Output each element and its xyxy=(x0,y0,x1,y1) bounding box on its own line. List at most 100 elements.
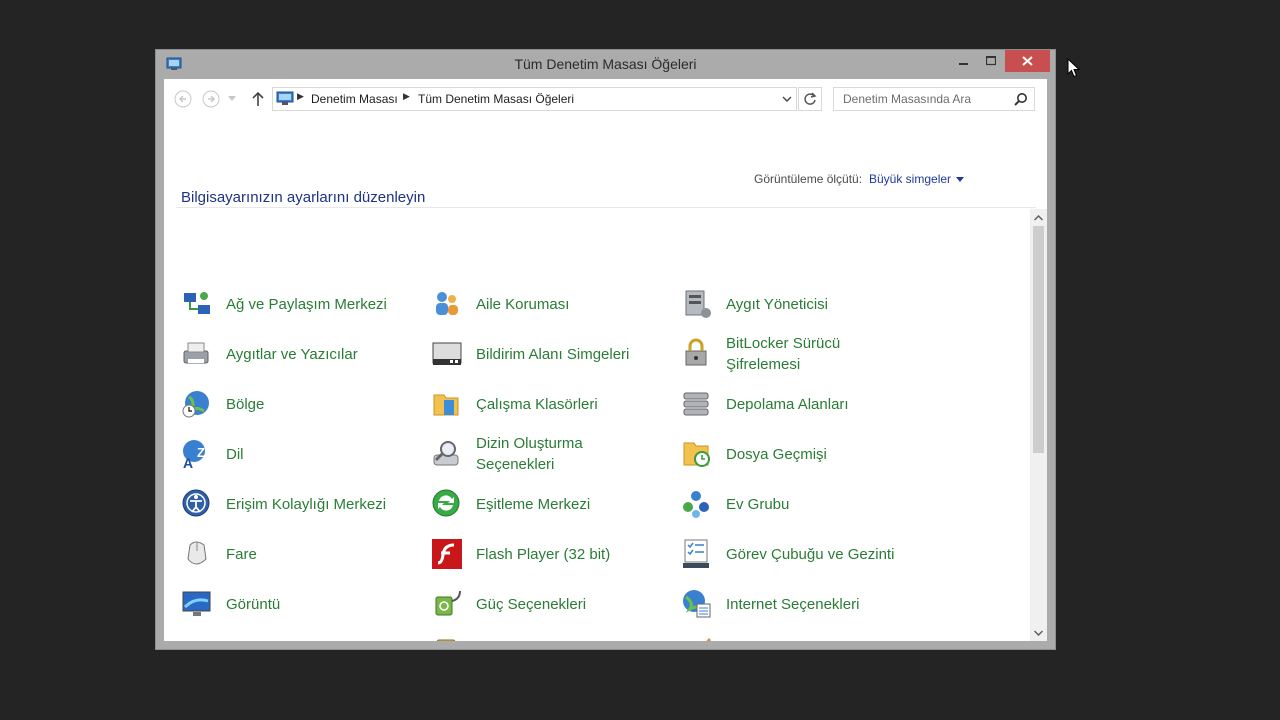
window-content: ▶ Denetim Masası ▶ Tüm Denetim Masası Öğ… xyxy=(164,79,1047,641)
address-bar[interactable]: ▶ Denetim Masası ▶ Tüm Denetim Masası Öğ… xyxy=(272,87,797,111)
ease-of-access-icon xyxy=(182,489,210,517)
control-panel-item-label[interactable]: BitLocker Sürücü Şifrelemesi xyxy=(726,333,840,375)
forward-arrow-icon xyxy=(202,90,220,108)
control-panel-item[interactable]: Aile Koruması xyxy=(424,282,674,326)
control-panel-item-label[interactable]: Ağ ve Paylaşım Merkezi xyxy=(226,294,387,315)
control-panel-item-label[interactable]: Fare xyxy=(226,544,257,565)
recent-locations-button[interactable] xyxy=(226,89,238,109)
control-panel-item[interactable]: Görüntü xyxy=(174,582,424,626)
file-history-icon xyxy=(683,442,710,467)
breadcrumb-control-panel[interactable]: Denetim Masası xyxy=(311,92,398,106)
control-panel-item[interactable]: Depolama Alanları xyxy=(674,382,924,426)
up-button[interactable] xyxy=(248,89,268,109)
chevron-down-icon[interactable] xyxy=(782,92,792,106)
control-panel-item-label[interactable]: Dosya Geçmişi xyxy=(726,444,827,465)
control-panel-items: Ağ ve Paylaşım Merkezi Aile Koruması Aygıt… xyxy=(174,211,1024,641)
maximize-icon xyxy=(986,56,996,66)
control-panel-item[interactable]: Aygıtlar ve Yazıcılar xyxy=(174,332,424,376)
control-panel-item-label[interactable]: Bildirim Alanı Simgeleri xyxy=(476,344,629,365)
control-panel-item[interactable]: Çalışma Klasörleri xyxy=(424,382,674,426)
chevron-down-icon xyxy=(1034,629,1043,636)
control-panel-item[interactable]: Dosya Geçmişi xyxy=(674,432,924,476)
bitlocker-icon xyxy=(685,338,707,366)
control-panel-item[interactable]: Kişiselleştirme xyxy=(674,632,924,641)
control-panel-item[interactable]: Bölge xyxy=(174,382,424,426)
chevron-up-icon xyxy=(1034,214,1043,221)
title-bar[interactable]: Tüm Denetim Masası Öğeleri xyxy=(156,50,1055,79)
scroll-thumb[interactable] xyxy=(1033,226,1044,453)
vertical-scrollbar[interactable] xyxy=(1030,209,1047,641)
back-button[interactable] xyxy=(173,89,193,109)
notification-area-icon xyxy=(432,342,462,365)
scroll-down-button[interactable] xyxy=(1030,624,1047,641)
personalization-icon xyxy=(706,638,712,641)
homegroup-icon xyxy=(683,491,709,518)
control-panel-item-label[interactable]: Görev Çubuğu ve Gezinti xyxy=(726,544,894,565)
control-panel-item[interactable]: Bildirim Alanı Simgeleri xyxy=(424,332,674,376)
view-by-dropdown[interactable]: Büyük simgeler xyxy=(869,172,951,186)
control-panel-item[interactable]: BitLocker Sürücü Şifrelemesi xyxy=(674,332,924,376)
control-panel-item[interactable]: Internet Seçenekleri xyxy=(674,582,924,626)
credential-manager-icon xyxy=(436,639,456,641)
control-panel-item-label[interactable]: Bölge xyxy=(226,394,264,415)
refresh-button[interactable] xyxy=(798,87,822,111)
control-panel-item-label[interactable]: Ev Grubu xyxy=(726,494,789,515)
action-center-icon xyxy=(180,637,214,641)
control-panel-item[interactable]: Kimlik Bilgisi Yöneticisi xyxy=(424,632,674,641)
search-placeholder[interactable]: Denetim Masasında Ara xyxy=(843,92,971,106)
breadcrumb-separator-icon[interactable]: ▶ xyxy=(297,91,304,102)
view-by-label: Görüntüleme ölçütü: xyxy=(754,172,863,186)
control-panel-item[interactable]: İşlem Merkezi xyxy=(174,632,424,641)
mouse-icon xyxy=(187,541,207,565)
control-panel-item[interactable]: Ev Grubu xyxy=(674,482,924,526)
taskbar-icon xyxy=(683,539,709,568)
minimize-button[interactable] xyxy=(951,50,977,72)
close-icon xyxy=(1022,56,1033,66)
control-panel-item[interactable]: Güç Seçenekleri xyxy=(424,582,674,626)
control-panel-item[interactable]: Görev Çubuğu ve Gezinti xyxy=(674,532,924,576)
control-panel-item[interactable]: Erişim Kolaylığı Merkezi xyxy=(174,482,424,526)
control-panel-item-label[interactable]: Dil xyxy=(226,444,244,465)
search-icon[interactable] xyxy=(1014,92,1028,106)
control-panel-item-label[interactable]: Flash Player (32 bit) xyxy=(476,544,610,565)
control-panel-item-label[interactable]: Çalışma Klasörleri xyxy=(476,394,598,415)
navigation-bar: ▶ Denetim Masası ▶ Tüm Denetim Masası Öğ… xyxy=(164,79,1047,119)
maximize-button[interactable] xyxy=(978,50,1004,72)
flash-player-icon xyxy=(432,539,462,569)
window-title: Tüm Denetim Masası Öğeleri xyxy=(514,56,697,72)
control-panel-item-label[interactable]: Internet Seçenekleri xyxy=(726,594,859,615)
control-panel-item[interactable]: Eşitleme Merkezi xyxy=(424,482,674,526)
control-panel-item[interactable]: Fare xyxy=(174,532,424,576)
control-panel-item[interactable]: A Z Dil xyxy=(174,432,424,476)
storage-spaces-icon xyxy=(683,392,709,416)
svg-text:Z: Z xyxy=(197,445,205,460)
device-manager-icon xyxy=(685,290,711,318)
scroll-up-button[interactable] xyxy=(1030,209,1047,226)
power-options-icon xyxy=(435,590,461,616)
chevron-down-icon xyxy=(228,96,236,101)
control-panel-item-label[interactable]: Aygıtlar ve Yazıcılar xyxy=(226,344,358,365)
sync-center-icon xyxy=(432,489,460,517)
control-panel-icon xyxy=(276,91,294,105)
control-panel-item-label[interactable]: Depolama Alanları xyxy=(726,394,849,415)
control-panel-item-label[interactable]: Dizin Oluşturma Seçenekleri xyxy=(476,433,583,475)
control-panel-item-label[interactable]: Görüntü xyxy=(226,594,280,615)
close-button[interactable] xyxy=(1005,50,1050,72)
caret-down-icon[interactable] xyxy=(956,177,964,182)
breadcrumb-all-items[interactable]: Tüm Denetim Masası Öğeleri xyxy=(418,92,574,106)
back-arrow-icon xyxy=(174,90,192,108)
minimize-icon xyxy=(959,63,968,65)
internet-options-icon xyxy=(683,590,711,618)
control-panel-item[interactable]: Flash Player (32 bit) xyxy=(424,532,674,576)
forward-button[interactable] xyxy=(201,89,221,109)
breadcrumb-separator-icon[interactable]: ▶ xyxy=(403,91,410,102)
control-panel-item-label[interactable]: Erişim Kolaylığı Merkezi xyxy=(226,494,386,515)
search-box[interactable]: Denetim Masasında Ara xyxy=(833,87,1035,111)
control-panel-item-label[interactable]: Aile Koruması xyxy=(476,294,569,315)
control-panel-item[interactable]: Dizin Oluşturma Seçenekleri xyxy=(424,432,674,476)
control-panel-item-label[interactable]: Aygıt Yöneticisi xyxy=(726,294,828,315)
control-panel-item[interactable]: Ağ ve Paylaşım Merkezi xyxy=(174,282,424,326)
control-panel-item-label[interactable]: Güç Seçenekleri xyxy=(476,594,586,615)
control-panel-item[interactable]: Aygıt Yöneticisi xyxy=(674,282,924,326)
control-panel-item-label[interactable]: Eşitleme Merkezi xyxy=(476,494,590,515)
